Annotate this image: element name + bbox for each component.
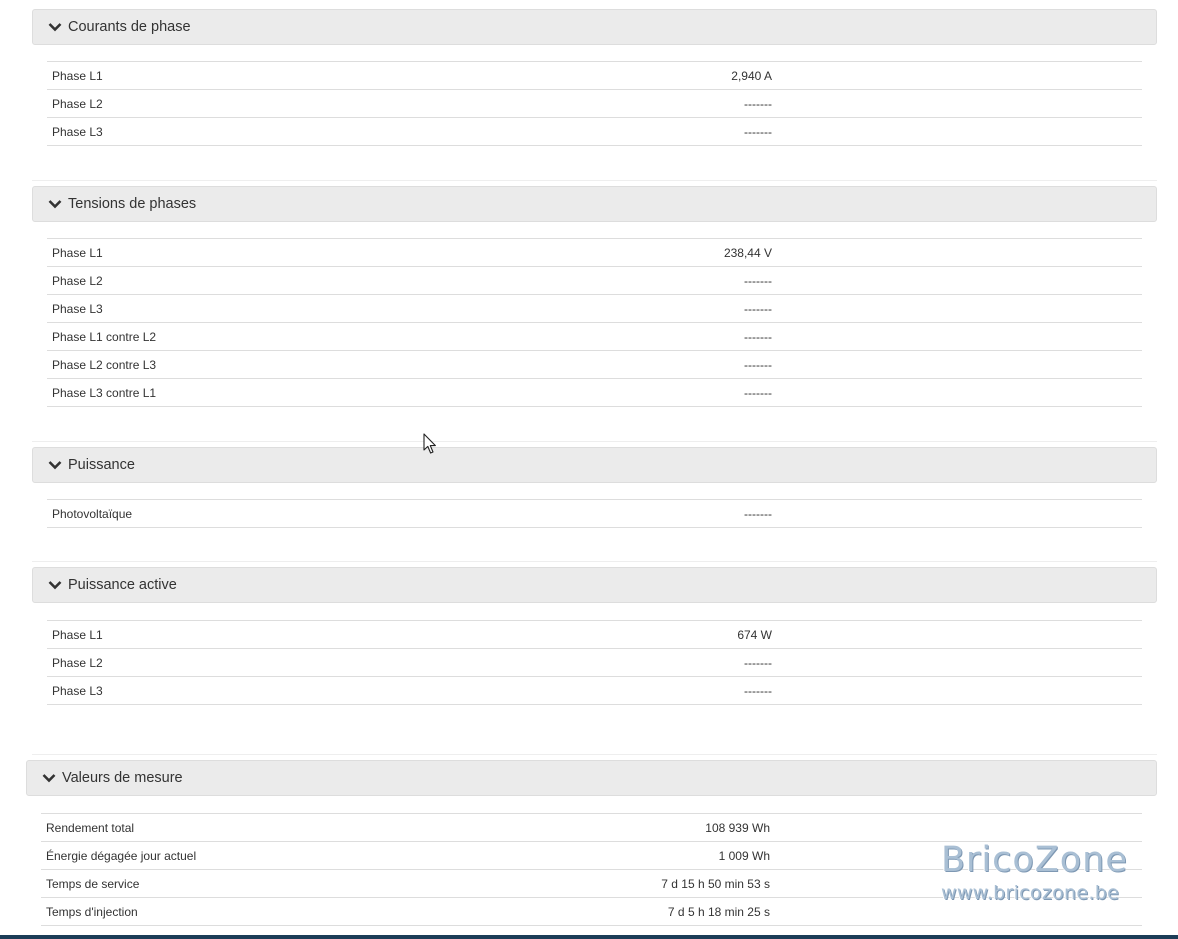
- chevron-down-icon: [48, 199, 62, 209]
- table-row: Phase L3 -------: [47, 677, 1142, 705]
- table-row: Phase L3 -------: [47, 295, 1142, 323]
- table-row: Énergie dégagée jour actuel 1 009 Wh: [41, 842, 1142, 870]
- table-row: Temps de service 7 d 15 h 50 min 53 s: [41, 870, 1142, 898]
- section-divider: [32, 754, 1157, 755]
- section-header-courants-de-phase[interactable]: Courants de phase: [32, 9, 1157, 45]
- row-label: Phase L1 contre L2: [52, 330, 157, 344]
- row-value: -------: [744, 330, 772, 344]
- row-label: Phase L2: [52, 656, 103, 670]
- row-value: 674 W: [737, 628, 772, 642]
- table-row: Photovoltaïque -------: [47, 500, 1142, 528]
- data-table-puissance: Photovoltaïque -------: [47, 499, 1142, 528]
- section-header-valeurs-de-mesure[interactable]: Valeurs de mesure: [26, 760, 1157, 796]
- table-row: Phase L1 238,44 V: [47, 239, 1142, 267]
- row-value: 1 009 Wh: [718, 849, 770, 863]
- row-label: Phase L3: [52, 684, 103, 698]
- data-table-valeurs-de-mesure: Rendement total 108 939 Wh Énergie dégag…: [41, 813, 1142, 926]
- row-label: Phase L3: [52, 125, 103, 139]
- chevron-down-icon: [48, 460, 62, 470]
- row-value: -------: [744, 684, 772, 698]
- row-value: 2,940 A: [731, 69, 772, 83]
- table-row: Phase L1 674 W: [47, 621, 1142, 649]
- table-row: Rendement total 108 939 Wh: [41, 814, 1142, 842]
- row-label: Phase L1: [52, 246, 103, 260]
- section-header-puissance[interactable]: Puissance: [32, 447, 1157, 483]
- row-label: Phase L1: [52, 69, 103, 83]
- row-value: -------: [744, 125, 772, 139]
- row-label: Phase L3: [52, 302, 103, 316]
- row-label: Phase L3 contre L1: [52, 386, 157, 400]
- row-value: -------: [744, 656, 772, 670]
- section-divider: [32, 561, 1157, 562]
- table-row: Phase L3 -------: [47, 118, 1142, 146]
- row-value: -------: [744, 386, 772, 400]
- section-title: Tensions de phases: [68, 196, 197, 212]
- section-title: Puissance active: [68, 577, 177, 593]
- table-row: Phase L1 contre L2 -------: [47, 323, 1142, 351]
- section-title: Courants de phase: [68, 19, 191, 35]
- section-divider: [32, 441, 1157, 442]
- table-row: Phase L1 2,940 A: [47, 62, 1142, 90]
- section-header-puissance-active[interactable]: Puissance active: [32, 567, 1157, 603]
- data-table-puissance-active: Phase L1 674 W Phase L2 ------- Phase L3…: [47, 620, 1142, 705]
- row-value: -------: [744, 302, 772, 316]
- row-label: Phase L1: [52, 628, 103, 642]
- table-row: Phase L2 -------: [47, 267, 1142, 295]
- row-label: Rendement total: [46, 821, 135, 835]
- row-label: Photovoltaïque: [52, 507, 133, 521]
- table-row: Temps d'injection 7 d 5 h 18 min 25 s: [41, 898, 1142, 926]
- row-value: -------: [744, 97, 772, 111]
- row-label: Phase L2: [52, 97, 103, 111]
- row-value: 238,44 V: [723, 246, 772, 260]
- row-label: Phase L2 contre L3: [52, 358, 157, 372]
- chevron-down-icon: [48, 22, 62, 32]
- row-label: Phase L2: [52, 274, 103, 288]
- row-value: -------: [744, 358, 772, 372]
- row-label: Temps d'injection: [46, 905, 138, 919]
- row-value: -------: [744, 274, 772, 288]
- chevron-down-icon: [42, 773, 56, 783]
- row-value: -------: [744, 507, 772, 521]
- table-row: Phase L3 contre L1 -------: [47, 379, 1142, 407]
- chevron-down-icon: [48, 580, 62, 590]
- table-row: Phase L2 contre L3 -------: [47, 351, 1142, 379]
- section-divider: [32, 180, 1157, 181]
- section-title: Puissance: [68, 457, 135, 473]
- row-value: 7 d 5 h 18 min 25 s: [667, 905, 770, 919]
- row-label: Temps de service: [46, 877, 140, 891]
- table-row: Phase L2 -------: [47, 90, 1142, 118]
- section-header-tensions-de-phases[interactable]: Tensions de phases: [32, 186, 1157, 222]
- row-value: 108 939 Wh: [705, 821, 770, 835]
- data-table-courants-de-phase: Phase L1 2,940 A Phase L2 ------- Phase …: [47, 61, 1142, 146]
- section-title: Valeurs de mesure: [62, 770, 183, 786]
- mouse-pointer-icon: [423, 433, 437, 455]
- bottom-bar: [0, 935, 1178, 939]
- row-value: 7 d 15 h 50 min 53 s: [661, 877, 770, 891]
- row-label: Énergie dégagée jour actuel: [46, 849, 197, 863]
- table-row: Phase L2 -------: [47, 649, 1142, 677]
- data-table-tensions-de-phases: Phase L1 238,44 V Phase L2 ------- Phase…: [47, 238, 1142, 407]
